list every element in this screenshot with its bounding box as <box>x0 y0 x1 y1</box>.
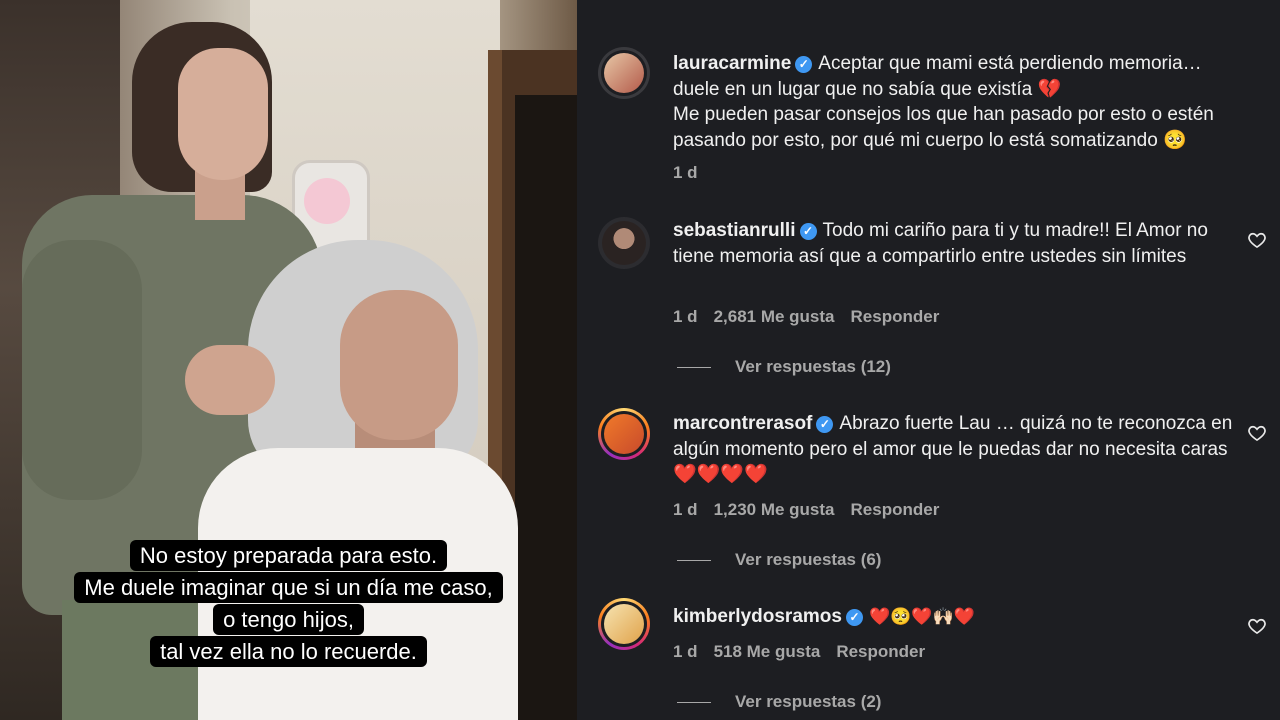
subtitle-line: Me duele imaginar que si un día me caso, <box>74 572 503 603</box>
username[interactable]: sebastianrulli <box>673 220 796 241</box>
view-replies-button[interactable]: Ver respuestas (12) <box>677 357 891 377</box>
avatar[interactable] <box>598 408 650 460</box>
comment-meta: 1 d 2,681 Me gusta Responder <box>673 307 955 327</box>
verified-badge-icon: ✓ <box>845 609 863 626</box>
comment-text: lauracarmine ✓ Aceptar que mami está perdi… <box>673 53 1214 151</box>
comment-meta: 1 d <box>673 163 714 183</box>
view-replies-button[interactable]: Ver respuestas (2) <box>677 692 881 712</box>
heart-outline-icon[interactable] <box>1247 616 1267 636</box>
timestamp[interactable]: 1 d <box>673 163 698 182</box>
subtitle-line: No estoy preparada para esto. <box>129 540 448 571</box>
avatar[interactable] <box>598 47 650 99</box>
timestamp[interactable]: 1 d <box>673 642 698 661</box>
like-count[interactable]: 1,230 Me gusta <box>714 500 835 519</box>
username[interactable]: marcontrerasof <box>673 413 812 434</box>
subtitle-line: tal vez ella no lo recuerde. <box>150 636 427 667</box>
reply-button[interactable]: Responder <box>851 307 940 326</box>
comment-meta: 1 d 518 Me gusta Responder <box>673 642 941 662</box>
comment-text: kimberlydosramos ✓ ❤️🥺❤️🙌🏻❤️ <box>673 606 975 627</box>
comment-text: sebastianrulli ✓ Todo mi cariño para ti y … <box>673 220 1208 267</box>
username[interactable]: lauracarmine <box>673 53 791 74</box>
verified-badge-icon: ✓ <box>799 223 817 240</box>
video-subtitles: No estoy preparada para esto. Me duele i… <box>0 540 577 668</box>
screen: No estoy preparada para esto. Me duele i… <box>0 0 1280 720</box>
like-count[interactable]: 2,681 Me gusta <box>714 307 835 326</box>
timestamp[interactable]: 1 d <box>673 500 698 519</box>
comments-panel: lauracarmine ✓ Aceptar que mami está perdi… <box>577 0 1280 720</box>
avatar[interactable] <box>598 598 650 650</box>
heart-outline-icon[interactable] <box>1247 423 1267 443</box>
avatar[interactable] <box>598 217 650 269</box>
heart-outline-icon[interactable] <box>1247 230 1267 250</box>
comment-meta: 1 d 1,230 Me gusta Responder <box>673 500 955 520</box>
reply-button[interactable]: Responder <box>851 500 940 519</box>
reply-button[interactable]: Responder <box>836 642 925 661</box>
like-count[interactable]: 518 Me gusta <box>714 642 821 661</box>
subtitle-line: o tengo hijos, <box>213 604 364 635</box>
view-replies-button[interactable]: Ver respuestas (6) <box>677 550 881 570</box>
username[interactable]: kimberlydosramos <box>673 606 842 627</box>
timestamp[interactable]: 1 d <box>673 307 698 326</box>
comment-text: marcontrerasof ✓ Abrazo fuerte Lau … quizá… <box>673 413 1233 486</box>
video-frame[interactable]: No estoy preparada para esto. Me duele i… <box>0 0 577 720</box>
verified-badge-icon: ✓ <box>795 56 813 73</box>
verified-badge-icon: ✓ <box>816 416 834 433</box>
